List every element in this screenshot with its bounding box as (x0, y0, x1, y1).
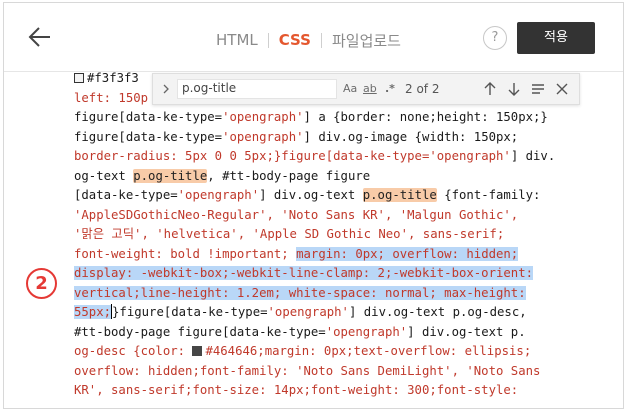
code-string: 'opengraph' (267, 305, 349, 319)
apply-button[interactable]: 적용 (517, 22, 595, 54)
search-match: p.og-title (133, 168, 208, 183)
code-line: 'AppleSDGothicNeo-Regular', 'Noto Sans K… (74, 206, 614, 226)
code-line: og-text p.og-title, #tt-body-page figure (74, 167, 614, 187)
code-text: ] div.og-text p.og-desc, (348, 305, 527, 319)
code-text: figure[data-ke-type= (74, 129, 223, 144)
help-button[interactable]: ? (483, 26, 507, 50)
code-string: 'opengraph' (222, 129, 304, 144)
code-text: #464646;margin: 0px;text-overflow: ellip… (205, 344, 532, 358)
tab-divider (320, 32, 322, 48)
find-widget: p.og-title Aa ab .* 2 of 2 (152, 73, 580, 105)
code-text: og-desc {color: (74, 344, 193, 358)
arrow-up-icon[interactable] (481, 80, 499, 98)
code-line: '맑은 고딕', 'helvetica', 'Apple SD Gothic N… (74, 225, 614, 245)
code-text: ] div. (510, 149, 556, 163)
code-line: display: -webkit-box;-webkit-line-clamp:… (74, 264, 614, 284)
code-text: #f3f3f3 (87, 71, 139, 85)
code-text: figure[data-ke-type= (74, 110, 223, 124)
color-swatch (192, 346, 203, 356)
selected-text: vertical;line-height: 1.2em; white-space… (74, 285, 526, 300)
code-line: [data-ke-type='opengraph'] div.og-text p… (74, 186, 614, 206)
code-text: 'AppleSDGothicNeo-Regular', 'Noto Sans K… (74, 207, 519, 222)
editor-window: HTML CSS 파일업로드 ? 적용 #f3f3f3 left: 150p fig… (3, 2, 624, 409)
code-line: vertical;line-height: 1.2em; white-space… (74, 284, 614, 304)
match-count: 2 of 2 (405, 82, 440, 96)
code-text: , #tt-body-page figure (207, 168, 371, 183)
regex-toggle[interactable]: .* (385, 82, 395, 95)
chevron-right-icon[interactable] (161, 82, 171, 96)
code-line: KR', sans-serif;font-size: 14px;font-wei… (74, 381, 614, 401)
code-string: 'opengraph' (429, 149, 511, 163)
match-case-toggle[interactable]: Aa (343, 82, 357, 95)
color-swatch (74, 73, 84, 83)
search-match-current: p.og-title (362, 188, 437, 202)
tab-html[interactable]: HTML (216, 31, 258, 49)
code-text: og-text (74, 168, 134, 183)
find-in-selection-icon[interactable] (529, 80, 547, 98)
code-line: og-desc {color: #464646;margin: 0px;text… (74, 342, 614, 362)
code-text: overflow: hidden;font-family: 'Noto Sans… (74, 363, 541, 378)
editor-tabs: HTML CSS 파일업로드 (216, 29, 401, 51)
step-marker: 2 (26, 268, 57, 299)
code-text: left: 150p (74, 90, 149, 105)
selected-text: margin: 0px; overflow: hidden; (296, 246, 519, 261)
code-line: figure[data-ke-type='opengraph'] a {bord… (74, 108, 614, 128)
code-text: [data-ke-type= (74, 188, 178, 202)
tab-divider (267, 32, 269, 48)
code-string: 'opengraph' (222, 110, 304, 124)
code-string: 'opengraph' (177, 188, 260, 202)
editor-header: HTML CSS 파일업로드 ? 적용 (4, 3, 623, 72)
code-line: 55px;}figure[data-ke-type='opengraph'] d… (74, 303, 614, 323)
code-string: 'opengraph' (325, 324, 408, 339)
code-line: font-weight: bold !important; margin: 0p… (74, 245, 614, 265)
close-icon[interactable] (553, 80, 571, 98)
code-text: }figure[data-ke-type= (112, 305, 268, 319)
code-text: ] a {border: none;height: 150px;} (303, 110, 548, 124)
code-text: #tt-body-page figure[data-ke-type= (74, 324, 326, 339)
code-text: font-weight: bold !important; (74, 246, 297, 261)
code-text: '맑은 고딕', 'helvetica', 'Apple SD Gothic N… (74, 227, 505, 241)
code-line: figure[data-ke-type='opengraph'] div.og-… (74, 128, 614, 148)
css-code-editor[interactable]: #f3f3f3 left: 150p figure[data-ke-type='op… (74, 69, 614, 401)
tab-css[interactable]: CSS (279, 31, 311, 49)
code-text: ] div.og-image {width: 150px; (303, 129, 519, 144)
back-arrow-icon[interactable] (26, 23, 54, 51)
code-text: ] div.og-text p. (407, 324, 526, 339)
code-line: #tt-body-page figure[data-ke-type='openg… (74, 323, 614, 343)
code-text: KR', sans-serif;font-size: 14px;font-wei… (74, 383, 519, 397)
code-text: ] div.og-text (259, 188, 363, 202)
tab-file-upload[interactable]: 파일업로드 (332, 30, 401, 51)
arrow-down-icon[interactable] (505, 80, 523, 98)
code-line: border-radius: 5px 0 0 5px;}figure[data-… (74, 147, 614, 167)
code-line: overflow: hidden;font-family: 'Noto Sans… (74, 362, 614, 382)
whole-word-toggle[interactable]: ab (363, 82, 377, 95)
selected-text: 55px; (74, 305, 112, 319)
selected-text: display: -webkit-box;-webkit-line-clamp:… (74, 266, 534, 280)
code-text: border-radius: 5px 0 0 5px;}figure[data-… (74, 149, 430, 163)
code-text: {font-family: (436, 188, 541, 202)
find-input[interactable]: p.og-title (177, 79, 337, 99)
